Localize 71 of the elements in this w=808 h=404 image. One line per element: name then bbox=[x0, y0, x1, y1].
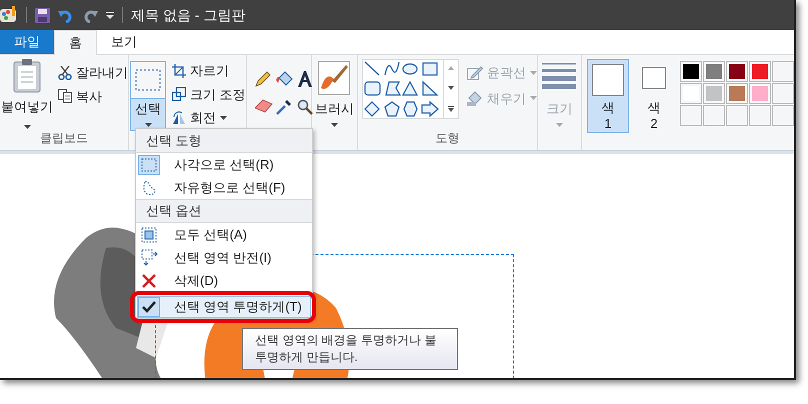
expand-icon[interactable] bbox=[448, 106, 454, 112]
select-button[interactable]: 선택 bbox=[130, 61, 166, 131]
color-swatch bbox=[642, 67, 666, 89]
caret-icon bbox=[220, 116, 227, 120]
brushes-button[interactable]: 브러시 bbox=[314, 61, 354, 150]
resize-button[interactable]: 크기 조정 bbox=[172, 84, 246, 104]
group-label: 클립보드 bbox=[39, 130, 89, 147]
clipboard-icon bbox=[12, 59, 42, 93]
line-width-icon bbox=[542, 63, 576, 89]
empty-color-slot[interactable] bbox=[749, 105, 771, 126]
tooltip: 선택 영역의 배경을 투명하거나 불 투명하게 만듭니다. bbox=[242, 328, 458, 370]
window-title: 제목 없음 - 그림판 bbox=[131, 6, 246, 24]
rectangle-selection-icon bbox=[141, 158, 157, 172]
empty-color-slot[interactable] bbox=[772, 105, 794, 126]
caret-icon bbox=[556, 122, 563, 126]
text-tool-icon[interactable] bbox=[297, 71, 314, 87]
menu-item[interactable]: 삭제(D) bbox=[137, 270, 311, 292]
menu-item[interactable]: 자유형으로 선택(F) bbox=[137, 176, 311, 198]
delete-x-icon bbox=[141, 272, 157, 288]
empty-color-slot[interactable] bbox=[726, 105, 748, 126]
menu-item[interactable]: 선택 영역 반전(I) bbox=[137, 246, 311, 268]
color-one-button[interactable]: 색 1 bbox=[587, 59, 629, 133]
scroll-down-icon[interactable] bbox=[448, 86, 454, 90]
scissors-icon bbox=[58, 66, 72, 80]
menu-item[interactable]: 선택 영역 투명하게(T) bbox=[137, 296, 311, 318]
menu-section-heading: 선택 도형 bbox=[136, 129, 312, 153]
empty-color-slot[interactable] bbox=[703, 105, 725, 126]
caret-icon bbox=[530, 70, 537, 75]
rotate-button[interactable]: 회전 bbox=[172, 108, 246, 128]
caret-icon bbox=[330, 122, 338, 126]
group-label: 도형 bbox=[434, 130, 460, 147]
freeform-selection-icon bbox=[141, 180, 157, 196]
menu-item[interactable]: 모두 선택(A) bbox=[137, 224, 311, 246]
magnifier-icon[interactable] bbox=[297, 99, 314, 115]
fill-bucket-icon bbox=[466, 90, 483, 106]
color-swatch bbox=[592, 64, 624, 96]
copy-icon bbox=[58, 89, 72, 104]
empty-color-slot[interactable] bbox=[680, 105, 702, 126]
caret-icon bbox=[24, 124, 30, 128]
paint-app-icon bbox=[0, 6, 18, 24]
scroll-up-icon[interactable] bbox=[448, 66, 454, 70]
crop-icon bbox=[172, 64, 186, 78]
empty-color-slot[interactable] bbox=[772, 61, 794, 82]
paintbrush-icon bbox=[318, 61, 350, 95]
pencil-icon bbox=[466, 64, 483, 81]
paste-button[interactable]: 붙여넣기 bbox=[0, 59, 54, 129]
crop-button[interactable]: 자르기 bbox=[172, 61, 246, 80]
redo-icon[interactable] bbox=[82, 8, 98, 22]
caret-icon bbox=[530, 96, 537, 100]
copy-button[interactable]: 복사 bbox=[58, 86, 128, 106]
save-icon[interactable] bbox=[35, 8, 50, 22]
pencil-icon[interactable] bbox=[254, 71, 271, 87]
ribbon-tab[interactable]: 보기 bbox=[97, 30, 151, 54]
file-tab[interactable]: 파일 bbox=[0, 30, 54, 54]
rotate-icon bbox=[172, 110, 186, 125]
color-picker-icon[interactable] bbox=[276, 99, 292, 115]
resize-icon bbox=[172, 87, 186, 102]
select-all-icon bbox=[141, 226, 157, 242]
selection-rectangle-icon bbox=[135, 69, 161, 91]
ribbon-tab[interactable]: 홈 bbox=[54, 30, 97, 55]
menu-item[interactable]: 사각으로 선택(R) bbox=[137, 154, 311, 176]
eraser-icon[interactable] bbox=[254, 99, 273, 113]
invert-selection-icon bbox=[140, 249, 158, 266]
customize-dropdown-icon[interactable] bbox=[106, 11, 114, 19]
undo-icon[interactable] bbox=[58, 8, 74, 22]
color-two-button[interactable]: 색 2 bbox=[633, 59, 675, 133]
fill-bucket-icon[interactable] bbox=[276, 71, 294, 87]
empty-color-slot[interactable] bbox=[772, 83, 794, 104]
checkmark-icon bbox=[142, 300, 156, 312]
cut-button[interactable]: 잘라내기 bbox=[58, 63, 128, 82]
menu-section-heading: 선택 옵션 bbox=[136, 199, 312, 223]
